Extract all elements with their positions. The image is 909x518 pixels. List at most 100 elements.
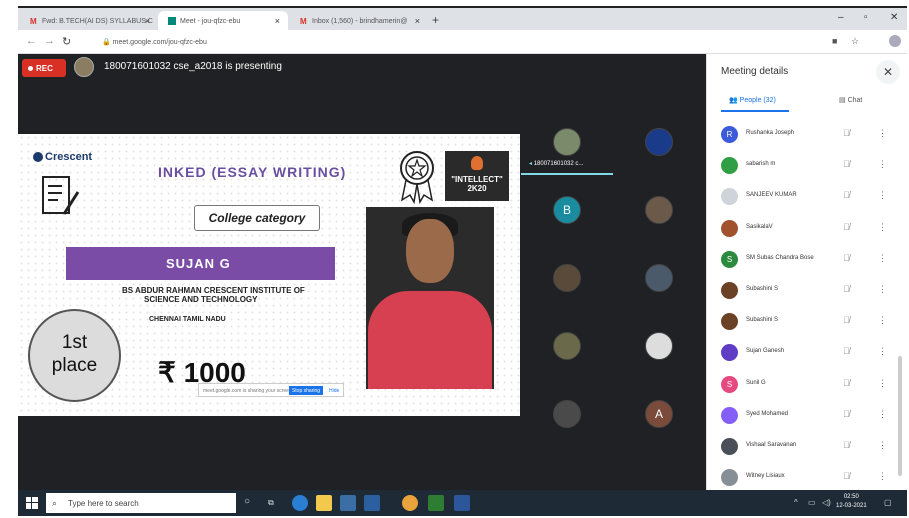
back-icon[interactable]: ← (26, 35, 37, 47)
more-options-icon[interactable]: ⋮ (878, 222, 887, 233)
more-options-icon[interactable]: ⋮ (878, 190, 887, 201)
participant-row[interactable]: Vishaal Saravanan 🎙̸ ⋮ (719, 432, 905, 462)
participant-tile[interactable]: A (645, 400, 673, 428)
camera-icon[interactable]: ■ (832, 36, 837, 46)
participant-tile[interactable] (553, 264, 581, 292)
mic-off-icon[interactable]: 🎙̸ (843, 409, 850, 419)
more-options-icon[interactable]: ⋮ (878, 346, 887, 357)
notifications-icon[interactable]: ▢ (884, 498, 892, 507)
mic-off-icon[interactable]: 🎙̸ (843, 284, 850, 294)
more-options-icon[interactable]: ⋮ (878, 284, 887, 295)
tab-meet[interactable]: Meet - jou-qfzc-ebu × (158, 11, 288, 32)
mail-icon[interactable] (364, 495, 380, 511)
mic-off-icon[interactable]: 🎙̸ (843, 378, 850, 388)
participant-avatar (721, 188, 738, 206)
more-options-icon[interactable]: ⋮ (878, 440, 887, 451)
tab-label: Inbox (1,560) - brindhamerin@ (312, 17, 408, 25)
participant-row[interactable]: S SM Subas Chandra Bose 🎙̸ ⋮ (719, 245, 905, 275)
new-tab-icon[interactable]: + (432, 13, 439, 27)
close-tab-icon[interactable]: × (275, 16, 280, 26)
participant-name: SM Subas Chandra Bose (746, 254, 814, 261)
more-options-icon[interactable]: ⋮ (878, 128, 887, 139)
more-options-icon[interactable]: ⋮ (878, 159, 887, 170)
more-options-icon[interactable]: ⋮ (878, 378, 887, 389)
slide-title: INKED (ESSAY WRITING) (158, 164, 347, 180)
bulb-icon (471, 156, 483, 170)
mic-off-icon[interactable]: 🎙̸ (843, 253, 850, 263)
reload-icon[interactable]: ↻ (62, 35, 71, 48)
clock-date: 12-03-2021 (836, 503, 867, 509)
minimize-icon[interactable]: – (838, 12, 844, 23)
participant-tile[interactable] (553, 128, 581, 156)
file-explorer-icon[interactable] (316, 495, 332, 511)
tab-gmail-syllabus[interactable]: M Fwd: B.TECH(AI DS) SYLLABUS C × (20, 11, 158, 32)
presenting-text: 180071601032 cse_a2018 is presenting (104, 61, 282, 72)
tab-chat[interactable]: ▤ Chat (839, 96, 862, 104)
tray-chevron-icon[interactable]: ^ (794, 498, 798, 507)
url-field[interactable]: 🔒 meet.google.com/jou-qfzc-ebu (94, 34, 829, 50)
search-icon: ⌕ (52, 498, 58, 508)
photo-head (406, 219, 454, 283)
participant-avatar (721, 282, 738, 299)
more-options-icon[interactable]: ⋮ (878, 471, 887, 482)
browser-tab-bar: M Fwd: B.TECH(AI DS) SYLLABUS C × Meet - j… (18, 6, 907, 32)
task-view-icon[interactable]: ⧉ (268, 498, 274, 508)
participant-row[interactable]: Subashini S 🎙̸ ⋮ (719, 276, 905, 306)
participant-tile[interactable] (645, 128, 673, 156)
close-panel-button[interactable]: ✕ (876, 60, 900, 84)
participant-row[interactable]: Witney Lisiaux 🎙̸ ⋮ (719, 463, 905, 493)
tab-people[interactable]: 👥 People (32) (729, 96, 776, 104)
taskbar-clock[interactable]: 02:50 12-03-2021 (836, 493, 867, 511)
participant-row[interactable]: SasikalaV 🎙̸ ⋮ (719, 214, 905, 244)
participant-row[interactable]: R Rushanka Joseph 🎙̸ ⋮ (719, 120, 905, 150)
forward-icon[interactable]: → (44, 35, 55, 47)
participant-row[interactable]: Sujan Ganesh 🎙̸ ⋮ (719, 338, 905, 368)
maximize-icon[interactable]: ▫ (864, 12, 868, 23)
windows-taskbar: ⌕ Type here to search ○ ⧉ ^ ▭ ◁) 02:50 12… (18, 490, 907, 516)
cortana-icon[interactable]: ○ (244, 496, 250, 507)
participant-tile[interactable]: B (553, 196, 581, 224)
city-label: CHENNAI TAMIL NADU (149, 316, 226, 323)
close-window-icon[interactable]: ✕ (890, 12, 898, 23)
participant-row[interactable]: sabarish m 🎙̸ ⋮ (719, 151, 905, 181)
star-icon[interactable]: ☆ (851, 36, 859, 47)
volume-icon[interactable]: ◁) (822, 498, 831, 507)
more-options-icon[interactable]: ⋮ (878, 315, 887, 326)
profile-avatar[interactable] (889, 35, 901, 47)
hide-button[interactable]: Hide (329, 388, 339, 394)
participant-tile[interactable] (645, 196, 673, 224)
panel-scrollbar[interactable] (898, 356, 902, 476)
excel-icon[interactable] (428, 495, 444, 511)
participant-tile[interactable] (645, 332, 673, 360)
word-icon[interactable] (454, 495, 470, 511)
mic-off-icon[interactable]: 🎙̸ (843, 471, 850, 481)
mic-off-icon[interactable]: 🎙̸ (843, 128, 850, 138)
chrome-icon[interactable] (402, 495, 418, 511)
mic-off-icon[interactable]: 🎙̸ (843, 315, 850, 325)
gmail-icon: M (300, 17, 307, 26)
participant-row[interactable]: Syed Mohamed 🎙̸ ⋮ (719, 401, 905, 431)
participant-tile[interactable] (553, 332, 581, 360)
institution-line1: BS ABDUR RAHMAN CRESCENT INSTITUTE OF (122, 286, 305, 295)
mic-off-icon[interactable]: 🎙̸ (843, 346, 850, 356)
mic-off-icon[interactable]: 🎙̸ (843, 159, 850, 169)
windows-start-icon[interactable] (26, 497, 38, 509)
participant-row[interactable]: Subashini S 🎙̸ ⋮ (719, 307, 905, 337)
more-options-icon[interactable]: ⋮ (878, 253, 887, 264)
close-tab-icon[interactable]: × (145, 16, 150, 26)
network-icon[interactable]: ▭ (808, 498, 816, 507)
store-icon[interactable] (340, 495, 356, 511)
tab-gmail-inbox[interactable]: M Inbox (1,560) - brindhamerin@ × (290, 11, 428, 32)
more-options-icon[interactable]: ⋮ (878, 409, 887, 420)
taskbar-search[interactable]: ⌕ Type here to search (46, 493, 236, 513)
edge-icon[interactable] (292, 495, 308, 511)
participant-row[interactable]: S Sunil G 🎙̸ ⋮ (719, 370, 905, 400)
participant-tile[interactable] (645, 264, 673, 292)
participant-tile[interactable] (553, 400, 581, 428)
mic-off-icon[interactable]: 🎙̸ (843, 190, 850, 200)
close-tab-icon[interactable]: × (415, 16, 420, 26)
stop-sharing-button[interactable]: Stop sharing (289, 386, 323, 395)
mic-off-icon[interactable]: 🎙̸ (843, 440, 850, 450)
mic-off-icon[interactable]: 🎙̸ (843, 222, 850, 232)
participant-row[interactable]: SANJEEV KUMAR 🎙̸ ⋮ (719, 182, 905, 212)
